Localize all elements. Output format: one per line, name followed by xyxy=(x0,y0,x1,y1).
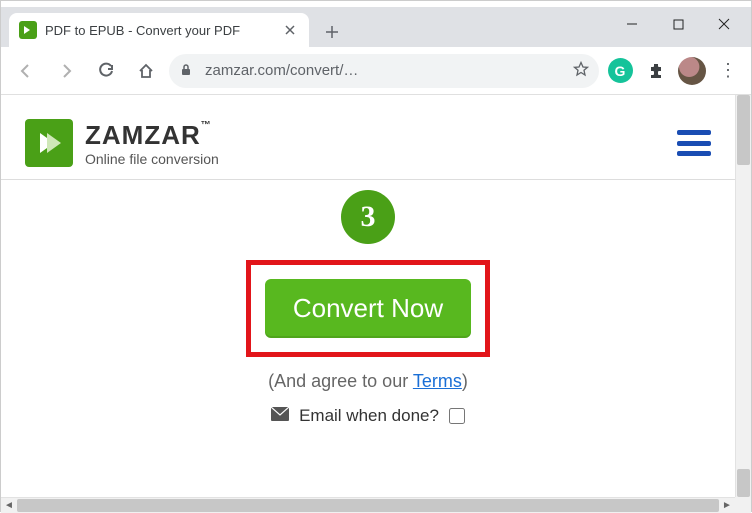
bookmark-star-icon[interactable] xyxy=(573,61,589,81)
lock-icon xyxy=(179,63,195,79)
vertical-scrollbar[interactable] xyxy=(735,95,751,497)
email-when-done-line: Email when done? xyxy=(1,406,735,426)
brand-tagline: Online file conversion xyxy=(85,151,219,167)
email-when-done-label: Email when done? xyxy=(299,406,439,426)
envelope-icon xyxy=(271,406,289,426)
agree-terms-line: (And agree to our Terms) xyxy=(1,371,735,392)
step-area: 3 Convert Now (And agree to our Terms) E… xyxy=(1,180,735,426)
new-tab-button[interactable] xyxy=(317,17,347,47)
grammarly-icon: G xyxy=(608,58,633,83)
tab-close-icon[interactable] xyxy=(281,21,299,39)
email-when-done-checkbox[interactable] xyxy=(449,408,465,424)
step-number-badge: 3 xyxy=(341,190,395,244)
browser-toolbar: zamzar.com/convert/… G ⋮ xyxy=(1,47,751,95)
window-minimize-button[interactable] xyxy=(609,8,655,40)
scroll-right-arrow[interactable]: ► xyxy=(719,498,735,513)
nav-home-button[interactable] xyxy=(129,54,163,88)
logo-mark xyxy=(25,119,73,167)
brand-name: ZAMZAR™ xyxy=(85,120,219,151)
hamburger-menu-icon[interactable] xyxy=(677,130,711,156)
nav-back-button[interactable] xyxy=(9,54,43,88)
address-bar[interactable]: zamzar.com/convert/… xyxy=(169,54,599,88)
browser-tab[interactable]: PDF to EPUB - Convert your PDF xyxy=(9,13,309,47)
window-close-button[interactable] xyxy=(701,8,747,40)
terms-link[interactable]: Terms xyxy=(413,371,462,391)
url-text: zamzar.com/convert/… xyxy=(205,62,563,79)
tab-title: PDF to EPUB - Convert your PDF xyxy=(45,23,273,38)
nav-forward-button[interactable] xyxy=(49,54,83,88)
site-header: ZAMZAR™ Online file conversion xyxy=(1,95,735,179)
avatar-image xyxy=(678,57,706,85)
page-viewport: ZAMZAR™ Online file conversion 3 Convert… xyxy=(1,95,751,513)
site-logo[interactable]: ZAMZAR™ Online file conversion xyxy=(25,119,219,167)
tab-favicon xyxy=(19,21,37,39)
extension-grammarly[interactable]: G xyxy=(605,56,635,86)
page-content: ZAMZAR™ Online file conversion 3 Convert… xyxy=(1,95,735,497)
window-maximize-button[interactable] xyxy=(655,8,701,40)
vertical-scroll-thumb[interactable] xyxy=(737,95,750,165)
horizontal-scroll-thumb[interactable] xyxy=(17,499,719,512)
horizontal-scrollbar[interactable]: ◄ ► xyxy=(1,497,735,513)
highlight-box: Convert Now xyxy=(246,260,490,357)
scroll-left-arrow[interactable]: ◄ xyxy=(1,498,17,513)
vertical-scroll-thumb-secondary[interactable] xyxy=(737,469,750,497)
extensions-button[interactable] xyxy=(641,56,671,86)
scrollbar-corner xyxy=(735,497,751,513)
profile-avatar[interactable] xyxy=(677,56,707,86)
convert-now-button[interactable]: Convert Now xyxy=(265,279,471,338)
nav-reload-button[interactable] xyxy=(89,54,123,88)
browser-menu-button[interactable]: ⋮ xyxy=(713,56,743,86)
